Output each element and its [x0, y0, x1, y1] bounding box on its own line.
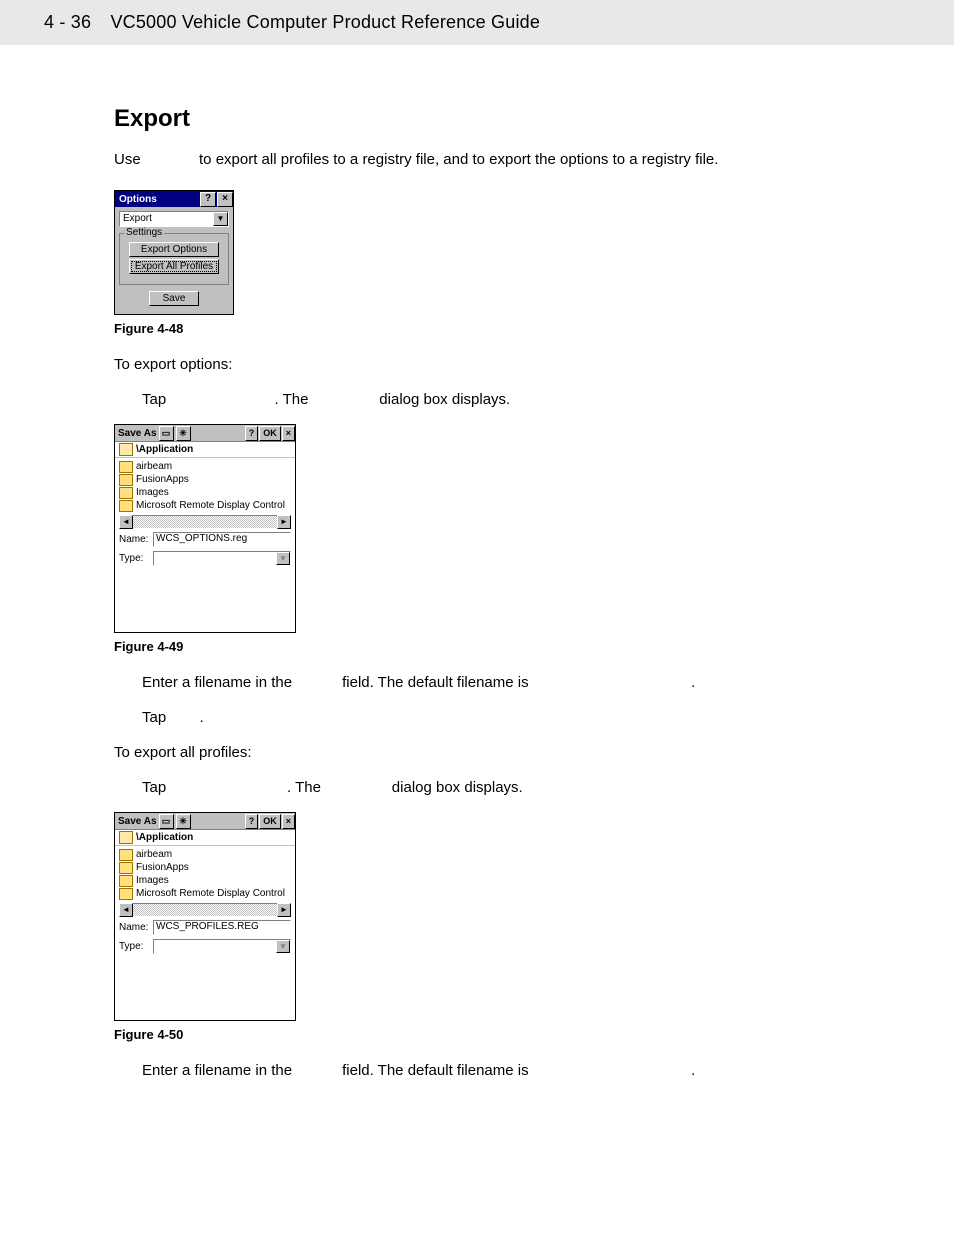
new-folder-icon[interactable]: ✳ — [176, 426, 191, 441]
save-as-titlebar: Save As ▭ ✳ ? OK × — [115, 813, 295, 830]
step-tap-export-options: Tap . The dialog box displays. — [142, 389, 894, 410]
step-enter-filename-1: Enter a filename in the field. The defau… — [142, 672, 894, 693]
folder-list: airbeam FusionApps Images Microsoft Remo… — [115, 458, 295, 512]
page-number: 4 - 36 — [44, 12, 91, 32]
step-tap-ok: Tap . — [142, 707, 894, 728]
options-titlebar: Options ? × — [115, 191, 233, 207]
folder-up-icon — [119, 831, 133, 844]
current-path: \Application — [136, 444, 193, 455]
type-label: Type: — [119, 553, 153, 564]
scroll-left-icon[interactable]: ◄ — [119, 903, 133, 917]
page-header: 4 - 36 VC5000 Vehicle Computer Product R… — [0, 0, 954, 45]
ok-button[interactable]: OK — [259, 426, 281, 441]
folder-up-icon — [119, 443, 133, 456]
list-item[interactable]: Images — [119, 874, 291, 887]
filename-input[interactable]: WCS_PROFILES.REG — [153, 920, 291, 935]
help-icon[interactable]: ? — [245, 426, 259, 441]
figure-50-caption: Figure 4-50 — [114, 1027, 894, 1042]
help-icon[interactable]: ? — [245, 814, 259, 829]
save-button[interactable]: Save — [149, 291, 199, 306]
path-bar[interactable]: \Application — [115, 830, 295, 846]
step-tap-export-profiles: Tap . The dialog box displays. — [142, 777, 894, 798]
path-bar[interactable]: \Application — [115, 442, 295, 458]
folder-icon — [119, 487, 133, 499]
list-view-icon[interactable]: ▭ — [159, 814, 174, 829]
step-enter-filename-2: Enter a filename in the field. The defau… — [142, 1060, 894, 1081]
list-item[interactable]: Microsoft Remote Display Control — [119, 499, 291, 512]
scroll-track[interactable] — [133, 515, 277, 529]
to-export-profiles: To export all profiles: — [114, 742, 894, 763]
type-dropdown[interactable]: ▼ — [153, 939, 291, 954]
close-icon[interactable]: × — [282, 814, 295, 829]
figure-48-caption: Figure 4-48 — [114, 321, 894, 336]
folder-icon — [119, 461, 133, 473]
folder-icon — [119, 849, 133, 861]
chevron-down-icon: ▼ — [276, 552, 290, 565]
page-content: Export Use to export all profiles to a r… — [0, 45, 954, 1135]
save-as-title: Save As — [118, 428, 157, 439]
list-view-icon[interactable]: ▭ — [159, 426, 174, 441]
close-icon[interactable]: × — [282, 426, 295, 441]
folder-icon — [119, 474, 133, 486]
ok-button[interactable]: OK — [259, 814, 281, 829]
settings-group: Settings Export Options Export All Profi… — [119, 233, 229, 285]
figure-49-caption: Figure 4-49 — [114, 639, 894, 654]
options-title-text: Options — [119, 194, 157, 205]
current-path: \Application — [136, 832, 193, 843]
save-as-dialog-50: Save As ▭ ✳ ? OK × \Application airbeam … — [114, 812, 296, 1021]
scroll-left-icon[interactable]: ◄ — [119, 515, 133, 529]
type-dropdown[interactable]: ▼ — [153, 551, 291, 566]
list-item[interactable]: Microsoft Remote Display Control — [119, 887, 291, 900]
to-export-options: To export options: — [114, 354, 894, 375]
intro-text: Use to export all profiles to a registry… — [114, 149, 894, 170]
list-item[interactable]: airbeam — [119, 460, 291, 473]
save-as-dialog-49: Save As ▭ ✳ ? OK × \Application airbeam … — [114, 424, 296, 633]
options-dialog: Options ? × Export ▼ Settings Export Opt… — [114, 190, 234, 315]
filename-input[interactable]: WCS_OPTIONS.reg — [153, 532, 291, 547]
help-icon[interactable]: ? — [200, 192, 216, 207]
export-all-profiles-button[interactable]: Export All Profiles — [129, 259, 219, 274]
chevron-down-icon[interactable]: ▼ — [213, 212, 228, 226]
doc-title: VC5000 Vehicle Computer Product Referenc… — [110, 12, 540, 32]
scroll-right-icon[interactable]: ► — [277, 515, 291, 529]
folder-icon — [119, 862, 133, 874]
settings-legend: Settings — [124, 227, 164, 238]
new-folder-icon[interactable]: ✳ — [176, 814, 191, 829]
folder-list: airbeam FusionApps Images Microsoft Remo… — [115, 846, 295, 900]
save-as-title: Save As — [118, 816, 157, 827]
section-heading: Export — [114, 105, 894, 133]
horizontal-scrollbar[interactable]: ◄ ► — [119, 516, 291, 528]
save-as-titlebar: Save As ▭ ✳ ? OK × — [115, 425, 295, 442]
export-dropdown-value: Export — [120, 212, 213, 226]
folder-icon — [119, 888, 133, 900]
export-dropdown[interactable]: Export ▼ — [119, 211, 229, 227]
horizontal-scrollbar[interactable]: ◄ ► — [119, 904, 291, 916]
scroll-track[interactable] — [133, 903, 277, 917]
scroll-right-icon[interactable]: ► — [277, 903, 291, 917]
type-label: Type: — [119, 941, 153, 952]
chevron-down-icon: ▼ — [276, 940, 290, 953]
list-item[interactable]: FusionApps — [119, 473, 291, 486]
list-item[interactable]: Images — [119, 486, 291, 499]
name-label: Name: — [119, 922, 153, 933]
name-label: Name: — [119, 534, 153, 545]
list-item[interactable]: FusionApps — [119, 861, 291, 874]
folder-icon — [119, 500, 133, 512]
export-options-button[interactable]: Export Options — [129, 242, 219, 257]
list-item[interactable]: airbeam — [119, 848, 291, 861]
close-icon[interactable]: × — [217, 192, 233, 207]
folder-icon — [119, 875, 133, 887]
